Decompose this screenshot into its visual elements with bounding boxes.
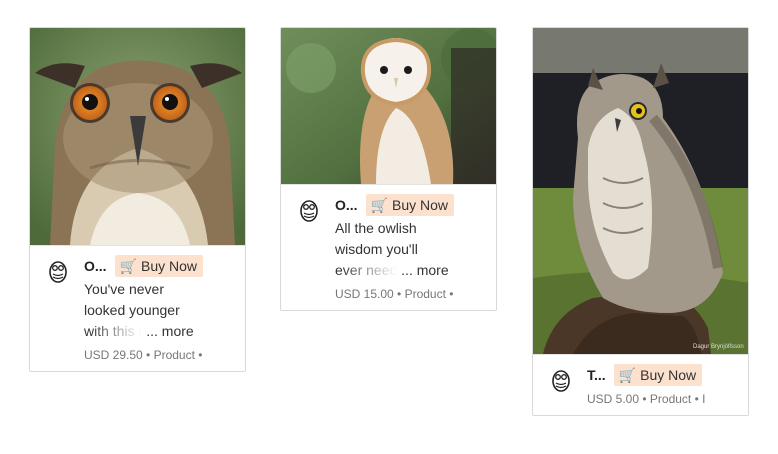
owl-avatar-icon bbox=[49, 261, 67, 283]
buy-now-button[interactable]: 🛒 Buy Now bbox=[114, 255, 204, 277]
great-horned-owl-image: Dagur Brynjólfsson bbox=[533, 28, 748, 354]
product-card[interactable]: Dagur Brynjólfsson T... 🛒 Buy Now USD 5.… bbox=[532, 27, 749, 416]
product-description: All the owlish wisdom you'll ever need .… bbox=[335, 220, 449, 278]
owl-avatar-icon bbox=[300, 200, 318, 222]
product-description: You've never looked younger with this t … bbox=[84, 281, 194, 339]
barn-owl-image bbox=[281, 28, 496, 184]
product-title[interactable]: T... bbox=[587, 367, 606, 383]
product-image[interactable] bbox=[281, 28, 496, 184]
product-meta: USD 5.00 • Product • I bbox=[587, 392, 706, 406]
shopping-cart-icon: 🛒 bbox=[618, 367, 637, 383]
product-card[interactable]: O... 🛒 Buy Now All the owlish wisdom you… bbox=[280, 27, 497, 311]
product-image[interactable] bbox=[30, 28, 245, 245]
eagle-owl-image bbox=[30, 28, 245, 245]
product-title[interactable]: O... bbox=[335, 197, 358, 213]
shopping-cart-icon: 🛒 bbox=[119, 258, 137, 274]
product-image[interactable]: Dagur Brynjólfsson bbox=[533, 28, 748, 354]
more-link[interactable]: ... more bbox=[146, 323, 193, 339]
card-body: T... 🛒 Buy Now USD 5.00 • Product • I bbox=[533, 354, 748, 415]
photo-credit: Dagur Brynjólfsson bbox=[693, 344, 744, 350]
card-body: O... 🛒 Buy Now You've never looked young… bbox=[30, 245, 245, 371]
card-body: O... 🛒 Buy Now All the owlish wisdom you… bbox=[281, 184, 496, 310]
more-link[interactable]: ... more bbox=[401, 262, 448, 278]
buy-now-button[interactable]: 🛒 Buy Now bbox=[613, 364, 703, 386]
product-meta: USD 15.00 • Product • bbox=[335, 287, 454, 301]
owl-avatar-icon bbox=[552, 370, 570, 392]
product-meta: USD 29.50 • Product • bbox=[84, 348, 203, 362]
shopping-cart-icon: 🛒 bbox=[370, 197, 388, 213]
buy-now-button[interactable]: 🛒 Buy Now bbox=[365, 194, 455, 216]
product-card[interactable]: O... 🛒 Buy Now You've never looked young… bbox=[29, 27, 246, 372]
product-title[interactable]: O... bbox=[84, 258, 107, 274]
